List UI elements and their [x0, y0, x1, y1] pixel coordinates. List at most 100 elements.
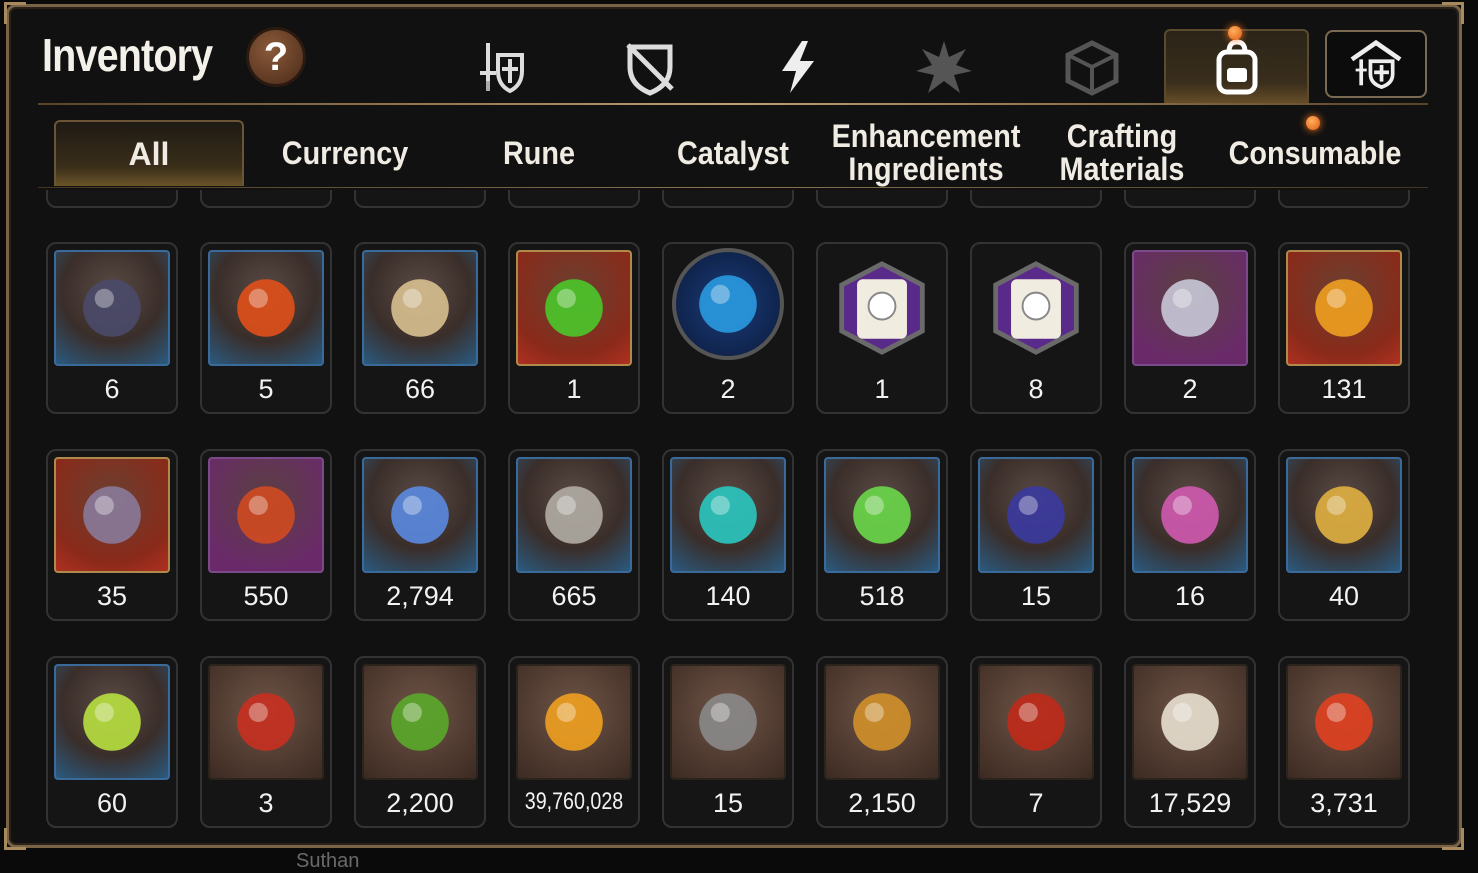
tab-crafting-materials[interactable]: Crafting Materials [1039, 120, 1205, 186]
item-slot-partial[interactable] [1278, 190, 1410, 208]
item-slot[interactable]: 131 [1278, 242, 1410, 414]
stone-compass-icon [699, 693, 757, 751]
ruby-ring-icon [237, 486, 295, 544]
frame-corner [4, 828, 26, 850]
item-slot-partial[interactable] [816, 190, 948, 208]
item-slot[interactable]: 15 [662, 656, 794, 828]
item-slot[interactable]: 665 [508, 449, 640, 621]
item-slot[interactable]: 60 [46, 656, 178, 828]
item-count: 40 [1328, 581, 1360, 611]
item-count: 60 [96, 788, 128, 818]
item-count: 3 [258, 788, 274, 818]
help-button[interactable]: ? [246, 27, 306, 87]
tab-inventory[interactable] [1164, 29, 1309, 105]
red-leaf-icon [1315, 693, 1373, 751]
item-frame [516, 457, 632, 573]
frame-corner [1442, 828, 1464, 850]
item-slot[interactable]: 40 [1278, 449, 1410, 621]
item-slot[interactable]: 8 [970, 242, 1102, 414]
item-slot[interactable]: 35 [46, 449, 178, 621]
item-slot-partial[interactable] [508, 190, 640, 208]
item-frame [824, 664, 940, 780]
item-slot[interactable]: 2 [662, 242, 794, 414]
tab-defense[interactable] [610, 30, 690, 104]
item-slot[interactable]: 2 [1124, 242, 1256, 414]
item-count: 2 [1182, 374, 1198, 404]
item-slot[interactable]: 2,150 [816, 656, 948, 828]
item-count: 66 [404, 374, 436, 404]
item-frame [670, 664, 786, 780]
cube-icon [1065, 40, 1119, 96]
item-slot[interactable]: 6 [46, 242, 178, 414]
item-count: 131 [1321, 374, 1367, 404]
item-count: 15 [712, 788, 744, 818]
item-count: 39,760,028 [524, 788, 624, 815]
green-heart-icon [391, 693, 449, 751]
tab-all[interactable]: All [54, 120, 244, 186]
item-count: 1 [566, 374, 582, 404]
item-slot-partial[interactable] [662, 190, 794, 208]
tab-armory[interactable] [1325, 30, 1427, 98]
item-slot[interactable]: 7 [970, 656, 1102, 828]
item-slot[interactable]: 3,731 [1278, 656, 1410, 828]
item-frame [824, 457, 940, 573]
teal-crystal-icon [699, 486, 757, 544]
burst-icon [916, 41, 972, 93]
item-frame [1286, 250, 1402, 366]
item-slot[interactable]: 2,794 [354, 449, 486, 621]
item-slot[interactable]: 140 [662, 449, 794, 621]
item-slot[interactable]: 1 [816, 242, 948, 414]
tab-catalyst[interactable]: Catalyst [648, 120, 819, 186]
item-frame [1286, 664, 1402, 780]
item-slot[interactable]: 17,529 [1124, 656, 1256, 828]
item-slot[interactable]: 5 [200, 242, 332, 414]
notification-dot [1228, 26, 1242, 40]
paw-certificate-icon [1007, 486, 1065, 544]
item-slot-partial[interactable] [1124, 190, 1256, 208]
item-count: 2,794 [386, 581, 454, 611]
tab-rune[interactable]: Rune [454, 120, 625, 186]
item-slot[interactable]: 1 [508, 242, 640, 414]
item-slot-partial[interactable] [46, 190, 178, 208]
item-frame [362, 250, 478, 366]
item-slot-partial[interactable] [970, 190, 1102, 208]
item-count: 518 [859, 581, 905, 611]
broken-shield-icon [626, 43, 674, 96]
item-frame [1286, 457, 1402, 573]
item-count: 665 [551, 581, 597, 611]
tab-consumable[interactable]: Consumable [1228, 120, 1403, 186]
item-frame [208, 664, 324, 780]
tab-skills[interactable] [758, 30, 838, 104]
item-slot[interactable]: 550 [200, 449, 332, 621]
item-slot[interactable]: 66 [354, 242, 486, 414]
item-slot[interactable]: 16 [1124, 449, 1256, 621]
tab-materials[interactable] [1052, 30, 1132, 104]
stone-ring-icon [83, 486, 141, 544]
sword-badge-icon [237, 693, 295, 751]
notification-dot [1306, 116, 1320, 130]
feather-wand-icon [1161, 279, 1219, 337]
item-slot-partial[interactable] [200, 190, 332, 208]
war-banner-icon [1007, 693, 1065, 751]
item-frame [670, 457, 786, 573]
ginseng-root-icon [391, 279, 449, 337]
item-slot[interactable]: 15 [970, 449, 1102, 621]
tab-equipment[interactable] [462, 30, 542, 104]
item-frame [672, 248, 784, 360]
item-count: 1 [874, 374, 890, 404]
tab-enhancement-ingredients[interactable]: Enhancement Ingredients [832, 120, 1021, 186]
tabs-divider [38, 187, 1428, 188]
tab-effects[interactable] [904, 30, 984, 104]
item-slot[interactable]: 3 [200, 656, 332, 828]
item-frame [208, 250, 324, 366]
item-frame [1132, 664, 1248, 780]
blue-crystal-icon [391, 486, 449, 544]
item-slot[interactable]: 39,760,028 [508, 656, 640, 828]
tab-currency[interactable]: Currency [260, 120, 431, 186]
item-count: 5 [258, 374, 274, 404]
item-slot[interactable]: 2,200 [354, 656, 486, 828]
item-count: 140 [705, 581, 751, 611]
item-count: 3,731 [1310, 788, 1378, 818]
item-slot-partial[interactable] [354, 190, 486, 208]
item-slot[interactable]: 518 [816, 449, 948, 621]
